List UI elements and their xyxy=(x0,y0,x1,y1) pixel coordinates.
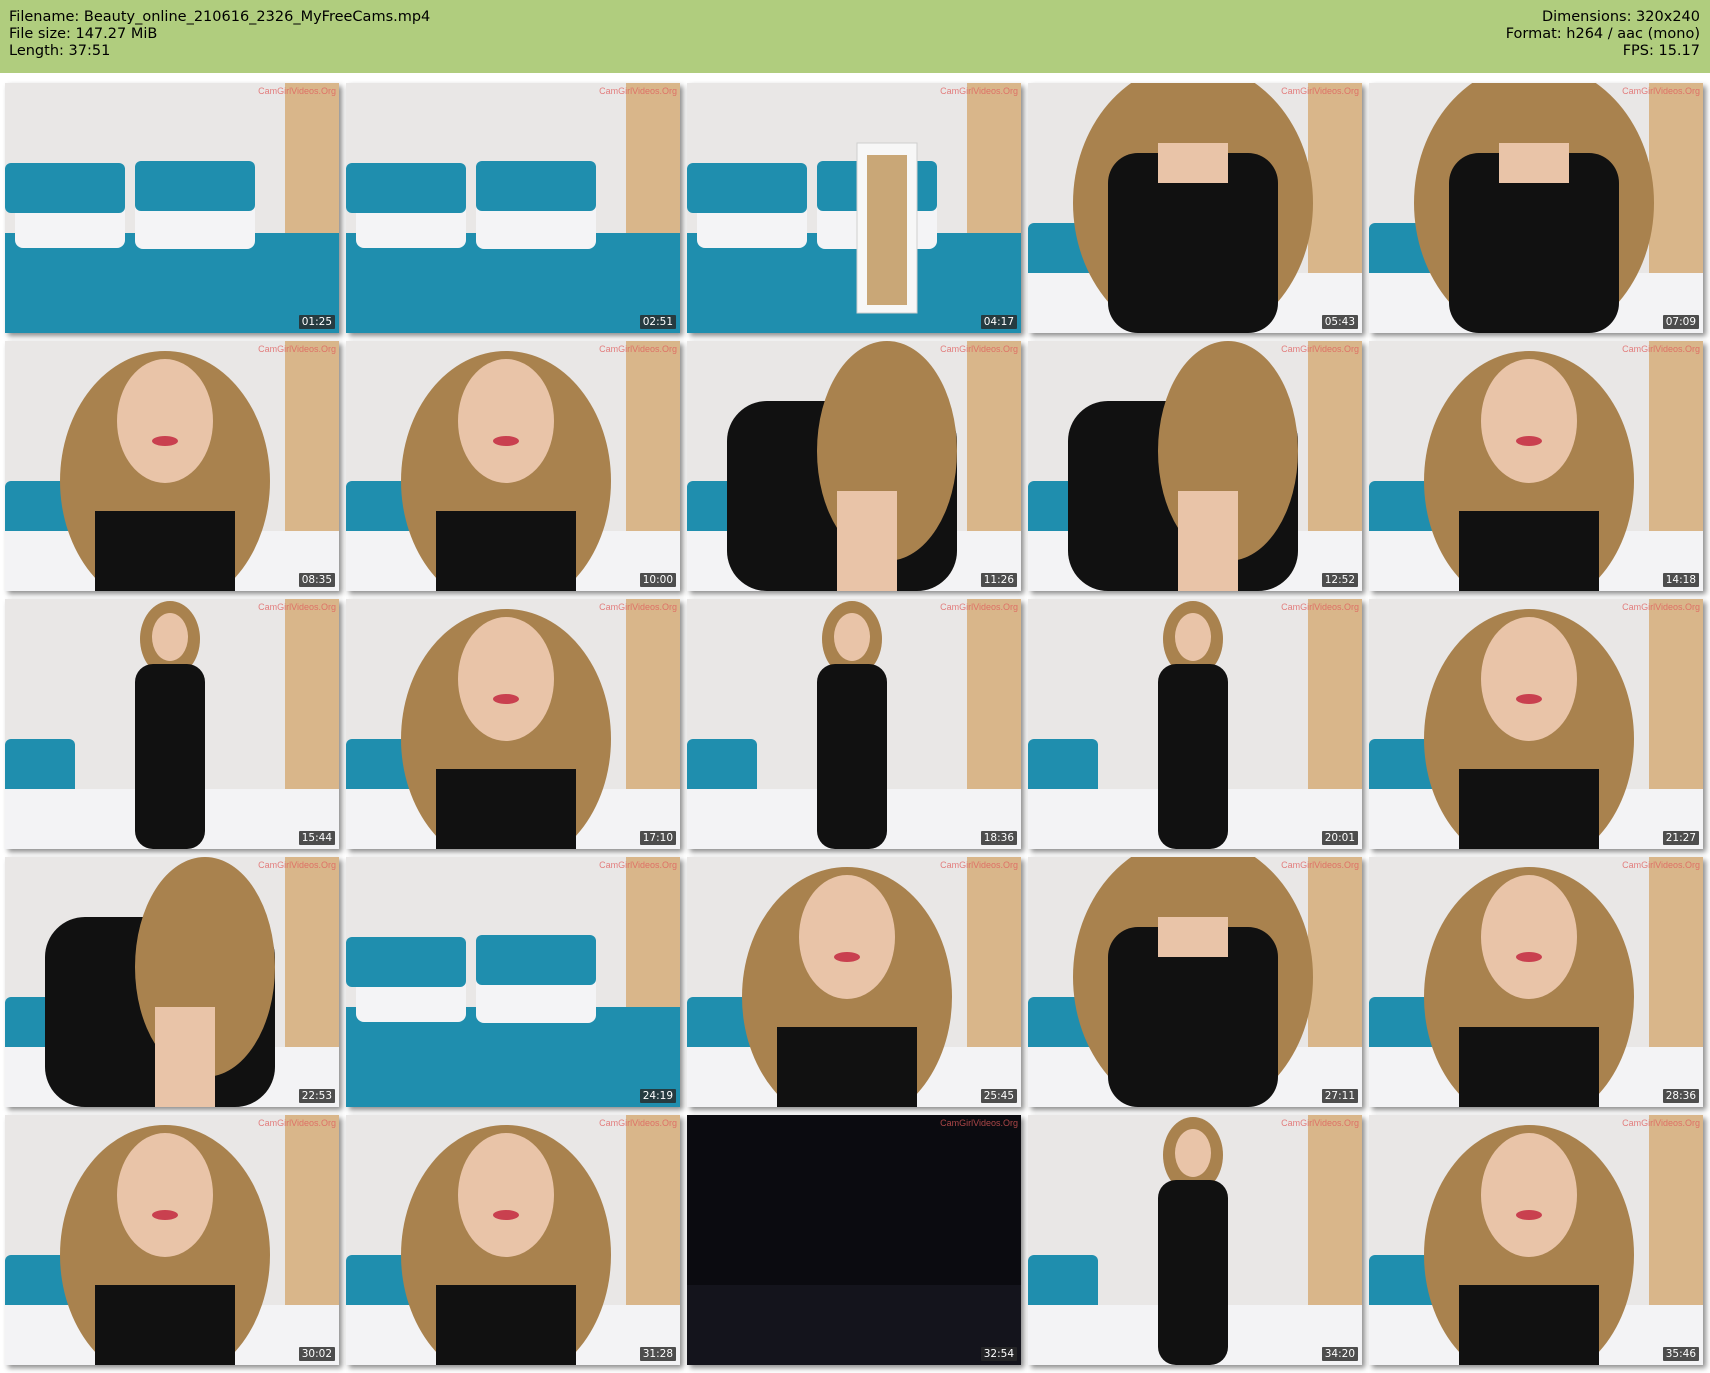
watermark-text: CamGirlVideos.Org xyxy=(599,86,677,96)
watermark-text: CamGirlVideos.Org xyxy=(599,602,677,612)
filename-line: Filename: Beauty_online_210616_2326_MyFr… xyxy=(9,9,431,25)
video-thumbnail: CamGirlVideos.Org 08:35 xyxy=(5,341,339,591)
info-header: Filename: Beauty_online_210616_2326_MyFr… xyxy=(0,0,1710,73)
watermark-text: CamGirlVideos.Org xyxy=(599,860,677,870)
format-line: Format: h264 / aac (mono) xyxy=(1505,26,1700,42)
video-thumbnail: CamGirlVideos.Org 31:28 xyxy=(346,1115,680,1365)
video-info: Dimensions: 320x240 Format: h264 / aac (… xyxy=(1506,9,1700,60)
watermark-text: CamGirlVideos.Org xyxy=(1622,86,1700,96)
video-thumbnail: CamGirlVideos.Org 05:43 xyxy=(1028,83,1362,333)
timestamp-label: 11:26 xyxy=(980,573,1017,587)
video-thumbnail: CamGirlVideos.Org 35:46 xyxy=(1369,1115,1703,1365)
watermark-text: CamGirlVideos.Org xyxy=(940,602,1018,612)
video-thumbnail: CamGirlVideos.Org 30:02 xyxy=(5,1115,339,1365)
watermark-text: CamGirlVideos.Org xyxy=(1281,344,1359,354)
watermark-text: CamGirlVideos.Org xyxy=(258,602,336,612)
video-thumbnail: CamGirlVideos.Org 28:36 xyxy=(1369,857,1703,1107)
watermark-text: CamGirlVideos.Org xyxy=(1281,86,1359,96)
watermark-text: CamGirlVideos.Org xyxy=(940,1118,1018,1128)
watermark-text: CamGirlVideos.Org xyxy=(258,344,336,354)
video-thumbnail: CamGirlVideos.Org 18:36 xyxy=(687,599,1021,849)
timestamp-label: 21:27 xyxy=(1662,831,1699,845)
timestamp-label: 35:46 xyxy=(1662,1347,1699,1361)
timestamp-label: 32:54 xyxy=(980,1347,1017,1361)
video-thumbnail: CamGirlVideos.Org 21:27 xyxy=(1369,599,1703,849)
filesize-line: File size: 147.27 MiB xyxy=(9,26,158,42)
watermark-text: CamGirlVideos.Org xyxy=(1622,602,1700,612)
watermark-text: CamGirlVideos.Org xyxy=(940,860,1018,870)
file-info: Filename: Beauty_online_210616_2326_MyFr… xyxy=(9,9,430,60)
watermark-text: CamGirlVideos.Org xyxy=(258,1118,336,1128)
watermark-text: CamGirlVideos.Org xyxy=(940,344,1018,354)
watermark-text: CamGirlVideos.Org xyxy=(1281,602,1359,612)
watermark-text: CamGirlVideos.Org xyxy=(1281,860,1359,870)
video-thumbnail: CamGirlVideos.Org 20:01 xyxy=(1028,599,1362,849)
video-thumbnail: CamGirlVideos.Org 22:53 xyxy=(5,857,339,1107)
timestamp-label: 07:09 xyxy=(1662,315,1699,329)
video-thumbnail: CamGirlVideos.Org 04:17 xyxy=(687,83,1021,333)
timestamp-label: 20:01 xyxy=(1321,831,1358,845)
timestamp-label: 18:36 xyxy=(980,831,1017,845)
video-thumbnail: CamGirlVideos.Org 34:20 xyxy=(1028,1115,1362,1365)
timestamp-label: 08:35 xyxy=(298,573,335,587)
timestamp-label: 04:17 xyxy=(980,315,1017,329)
timestamp-label: 27:11 xyxy=(1321,1089,1358,1103)
video-thumbnail: CamGirlVideos.Org 24:19 xyxy=(346,857,680,1107)
watermark-text: CamGirlVideos.Org xyxy=(258,86,336,96)
timestamp-label: 12:52 xyxy=(1321,573,1358,587)
timestamp-label: 14:18 xyxy=(1662,573,1699,587)
video-thumbnail: CamGirlVideos.Org 10:00 xyxy=(346,341,680,591)
video-thumbnail: CamGirlVideos.Org 14:18 xyxy=(1369,341,1703,591)
timestamp-label: 05:43 xyxy=(1321,315,1358,329)
video-thumbnail: CamGirlVideos.Org 01:25 xyxy=(5,83,339,333)
fps-line: FPS: 15.17 xyxy=(1622,43,1700,59)
timestamp-label: 17:10 xyxy=(639,831,676,845)
watermark-text: CamGirlVideos.Org xyxy=(599,344,677,354)
video-thumbnail: CamGirlVideos.Org 11:26 xyxy=(687,341,1021,591)
timestamp-label: 30:02 xyxy=(298,1347,335,1361)
timestamp-label: 15:44 xyxy=(298,831,335,845)
timestamp-label: 28:36 xyxy=(1662,1089,1699,1103)
timestamp-label: 01:25 xyxy=(298,315,335,329)
video-thumbnail: CamGirlVideos.Org 25:45 xyxy=(687,857,1021,1107)
timestamp-label: 34:20 xyxy=(1321,1347,1358,1361)
timestamp-label: 24:19 xyxy=(639,1089,676,1103)
video-thumbnail: CamGirlVideos.Org 27:11 xyxy=(1028,857,1362,1107)
timestamp-label: 25:45 xyxy=(980,1089,1017,1103)
thumbnail-grid: CamGirlVideos.Org 01:25 CamGirlVideos.Org 0… xyxy=(5,83,1705,1365)
watermark-text: CamGirlVideos.Org xyxy=(1622,1118,1700,1128)
watermark-text: CamGirlVideos.Org xyxy=(1281,1118,1359,1128)
video-thumbnail: CamGirlVideos.Org 07:09 xyxy=(1369,83,1703,333)
watermark-text: CamGirlVideos.Org xyxy=(1622,344,1700,354)
timestamp-label: 10:00 xyxy=(639,573,676,587)
video-thumbnail: CamGirlVideos.Org 32:54 xyxy=(687,1115,1021,1365)
video-thumbnail: CamGirlVideos.Org 02:51 xyxy=(346,83,680,333)
timestamp-label: 02:51 xyxy=(639,315,676,329)
dimensions-line: Dimensions: 320x240 xyxy=(1541,9,1700,25)
watermark-text: CamGirlVideos.Org xyxy=(258,860,336,870)
watermark-text: CamGirlVideos.Org xyxy=(940,86,1018,96)
video-thumbnail: CamGirlVideos.Org 15:44 xyxy=(5,599,339,849)
video-thumbnail: CamGirlVideos.Org 17:10 xyxy=(346,599,680,849)
timestamp-label: 22:53 xyxy=(298,1089,335,1103)
video-thumbnail: CamGirlVideos.Org 12:52 xyxy=(1028,341,1362,591)
timestamp-label: 31:28 xyxy=(639,1347,676,1361)
watermark-text: CamGirlVideos.Org xyxy=(599,1118,677,1128)
length-line: Length: 37:51 xyxy=(9,43,111,59)
watermark-text: CamGirlVideos.Org xyxy=(1622,860,1700,870)
